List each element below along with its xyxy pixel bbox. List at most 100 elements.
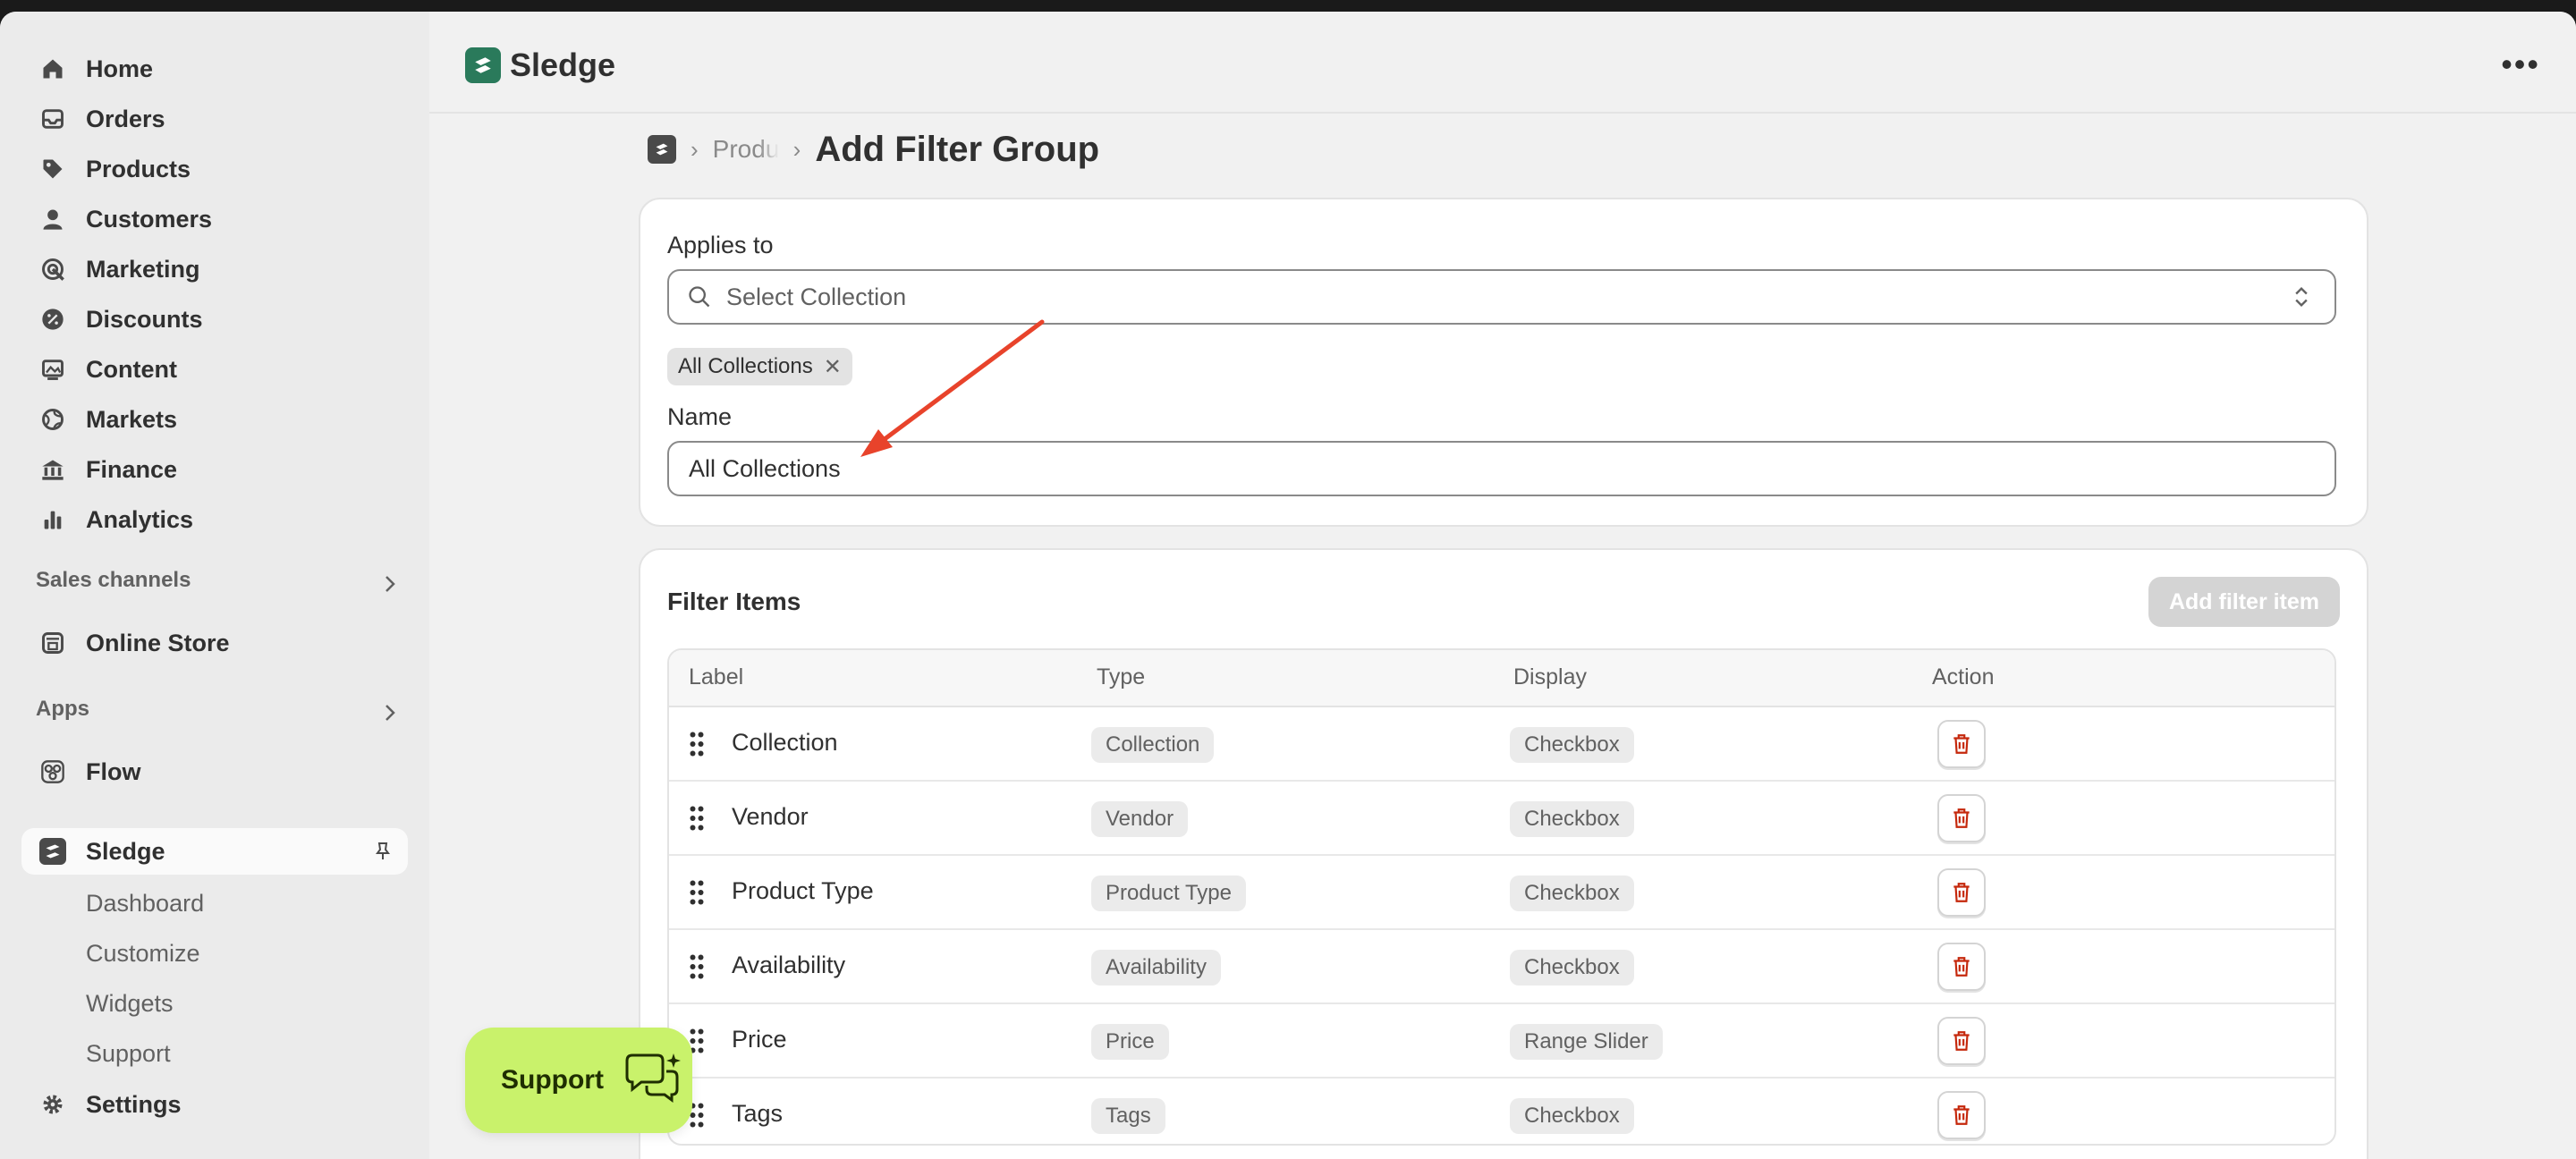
sidebar-item-label: Markets — [86, 405, 178, 433]
column-header-label: Label — [689, 664, 744, 689]
column-header-action: Action — [1932, 664, 1995, 689]
sidebar-item-orders[interactable]: Orders — [21, 96, 408, 142]
discount-icon — [39, 306, 66, 333]
sidebar-item-home[interactable]: Home — [21, 46, 408, 92]
tag-icon — [39, 156, 66, 182]
sidebar-item-content[interactable]: Content — [21, 346, 408, 393]
sidebar-subitem-customize[interactable]: Customize — [86, 940, 200, 968]
sidebar-item-label: Flow — [86, 757, 141, 785]
delete-button[interactable] — [1937, 1017, 1986, 1065]
trash-icon — [1953, 734, 1970, 754]
table-row: Availability Availability Checkbox — [669, 930, 2334, 1004]
display-badge: Checkbox — [1510, 950, 1634, 986]
type-badge: Price — [1091, 1024, 1169, 1060]
pin-icon[interactable] — [372, 841, 394, 862]
sidebar-item-label: Analytics — [86, 505, 194, 533]
close-icon[interactable]: ✕ — [824, 354, 842, 380]
filter-items-title: Filter Items — [667, 588, 801, 615]
sidebar-item-label: Finance — [86, 455, 178, 483]
delete-button[interactable] — [1937, 1091, 1986, 1139]
apps-label: Apps — [36, 697, 89, 721]
drag-handle-icon[interactable] — [689, 879, 705, 906]
more-horizontal-icon[interactable]: ••• — [2501, 48, 2540, 80]
sidebar-item-discounts[interactable]: Discounts — [21, 296, 408, 343]
globe-icon — [39, 406, 66, 433]
sidebar-item-customers[interactable]: Customers — [21, 196, 408, 242]
row-label: Price — [732, 1026, 787, 1053]
support-label: Support — [501, 1065, 604, 1095]
home-icon — [39, 55, 66, 82]
row-label: Availability — [732, 952, 846, 978]
display-badge: Range Slider — [1510, 1024, 1663, 1060]
filter-items-card: Filter Items Add filter item Label Type … — [639, 548, 2368, 1159]
sidebar-item-label: Customers — [86, 205, 213, 233]
breadcrumb: › Product Filters › Add Filter Group — [648, 123, 1099, 176]
sidebar-item-label: Discounts — [86, 305, 203, 333]
sidebar-item-label: Content — [86, 355, 177, 383]
sidebar-item-analytics[interactable]: Analytics — [21, 496, 408, 543]
row-label: Collection — [732, 729, 838, 756]
display-badge: Checkbox — [1510, 727, 1634, 763]
sidebar-subitem-widgets[interactable]: Widgets — [86, 990, 174, 1018]
display-badge: Checkbox — [1510, 876, 1634, 911]
drag-handle-icon[interactable] — [689, 953, 705, 980]
sidebar-item-label: Settings — [86, 1090, 182, 1118]
row-label: Product Type — [732, 877, 874, 904]
name-input[interactable]: All Collections — [667, 441, 2336, 496]
type-badge: Tags — [1091, 1098, 1165, 1134]
inbox-icon — [39, 106, 66, 132]
drag-handle-icon[interactable] — [689, 805, 705, 832]
add-filter-item-button[interactable]: Add filter item — [2148, 577, 2340, 627]
chevron-right-icon[interactable] — [379, 702, 401, 723]
store-icon — [39, 630, 66, 656]
sledge-logo-icon — [39, 838, 66, 865]
sales-channels-label: Sales channels — [36, 568, 191, 592]
type-badge: Collection — [1091, 727, 1215, 763]
image-icon — [39, 356, 66, 383]
delete-button[interactable] — [1937, 868, 1986, 917]
sledge-logo-icon — [465, 47, 501, 83]
collection-select[interactable]: Select Collection — [667, 269, 2336, 325]
delete-button[interactable] — [1937, 943, 1986, 991]
collection-chip: All Collections ✕ — [667, 348, 852, 385]
select-placeholder: Select Collection — [726, 283, 907, 310]
sidebar-item-markets[interactable]: Markets — [21, 396, 408, 443]
sidebar-item-sledge[interactable]: Sledge — [21, 828, 408, 875]
person-icon — [39, 206, 66, 233]
sidebar-subitem-dashboard[interactable]: Dashboard — [86, 890, 204, 918]
type-badge: Vendor — [1091, 801, 1189, 837]
sidebar-item-label: Products — [86, 155, 191, 182]
sidebar: Home Orders Products Customers Marketing… — [0, 12, 429, 1159]
sidebar-item-finance[interactable]: Finance — [21, 446, 408, 493]
breadcrumb-link[interactable]: Product Filters — [713, 135, 779, 164]
search-icon — [689, 286, 710, 308]
chat-bubble-icon — [625, 1053, 681, 1103]
sledge-logo-icon[interactable] — [648, 135, 676, 164]
support-button[interactable]: Support — [465, 1028, 692, 1133]
sidebar-item-label: Orders — [86, 105, 165, 132]
sidebar-item-products[interactable]: Products — [21, 146, 408, 192]
sidebar-item-online-store[interactable]: Online Store — [21, 620, 408, 666]
sidebar-item-settings[interactable]: Settings — [21, 1081, 408, 1128]
page-title: Add Filter Group — [815, 129, 1100, 169]
sidebar-subitem-support[interactable]: Support — [86, 1040, 171, 1068]
trash-icon — [1953, 808, 1970, 828]
delete-button[interactable] — [1937, 794, 1986, 842]
drag-handle-icon[interactable] — [689, 731, 705, 757]
sidebar-item-marketing[interactable]: Marketing — [21, 246, 408, 292]
chevron-right-icon[interactable] — [379, 573, 401, 595]
sidebar-item-flow[interactable]: Flow — [21, 749, 408, 795]
sidebar-item-label: Marketing — [86, 255, 200, 283]
row-label: Vendor — [732, 803, 809, 830]
trash-icon — [1953, 1031, 1970, 1051]
trash-icon — [1953, 957, 1970, 977]
main-content: › Product Filters › Add Filter Group App… — [429, 114, 2576, 1159]
table-row: Vendor Vendor Checkbox — [669, 782, 2334, 856]
bar-chart-icon — [39, 506, 66, 533]
delete-button[interactable] — [1937, 720, 1986, 768]
trash-icon — [1953, 1105, 1970, 1125]
column-header-display: Display — [1513, 664, 1587, 689]
table-row: Collection Collection Checkbox — [669, 707, 2334, 782]
gear-icon — [39, 1091, 66, 1118]
display-badge: Checkbox — [1510, 801, 1634, 837]
